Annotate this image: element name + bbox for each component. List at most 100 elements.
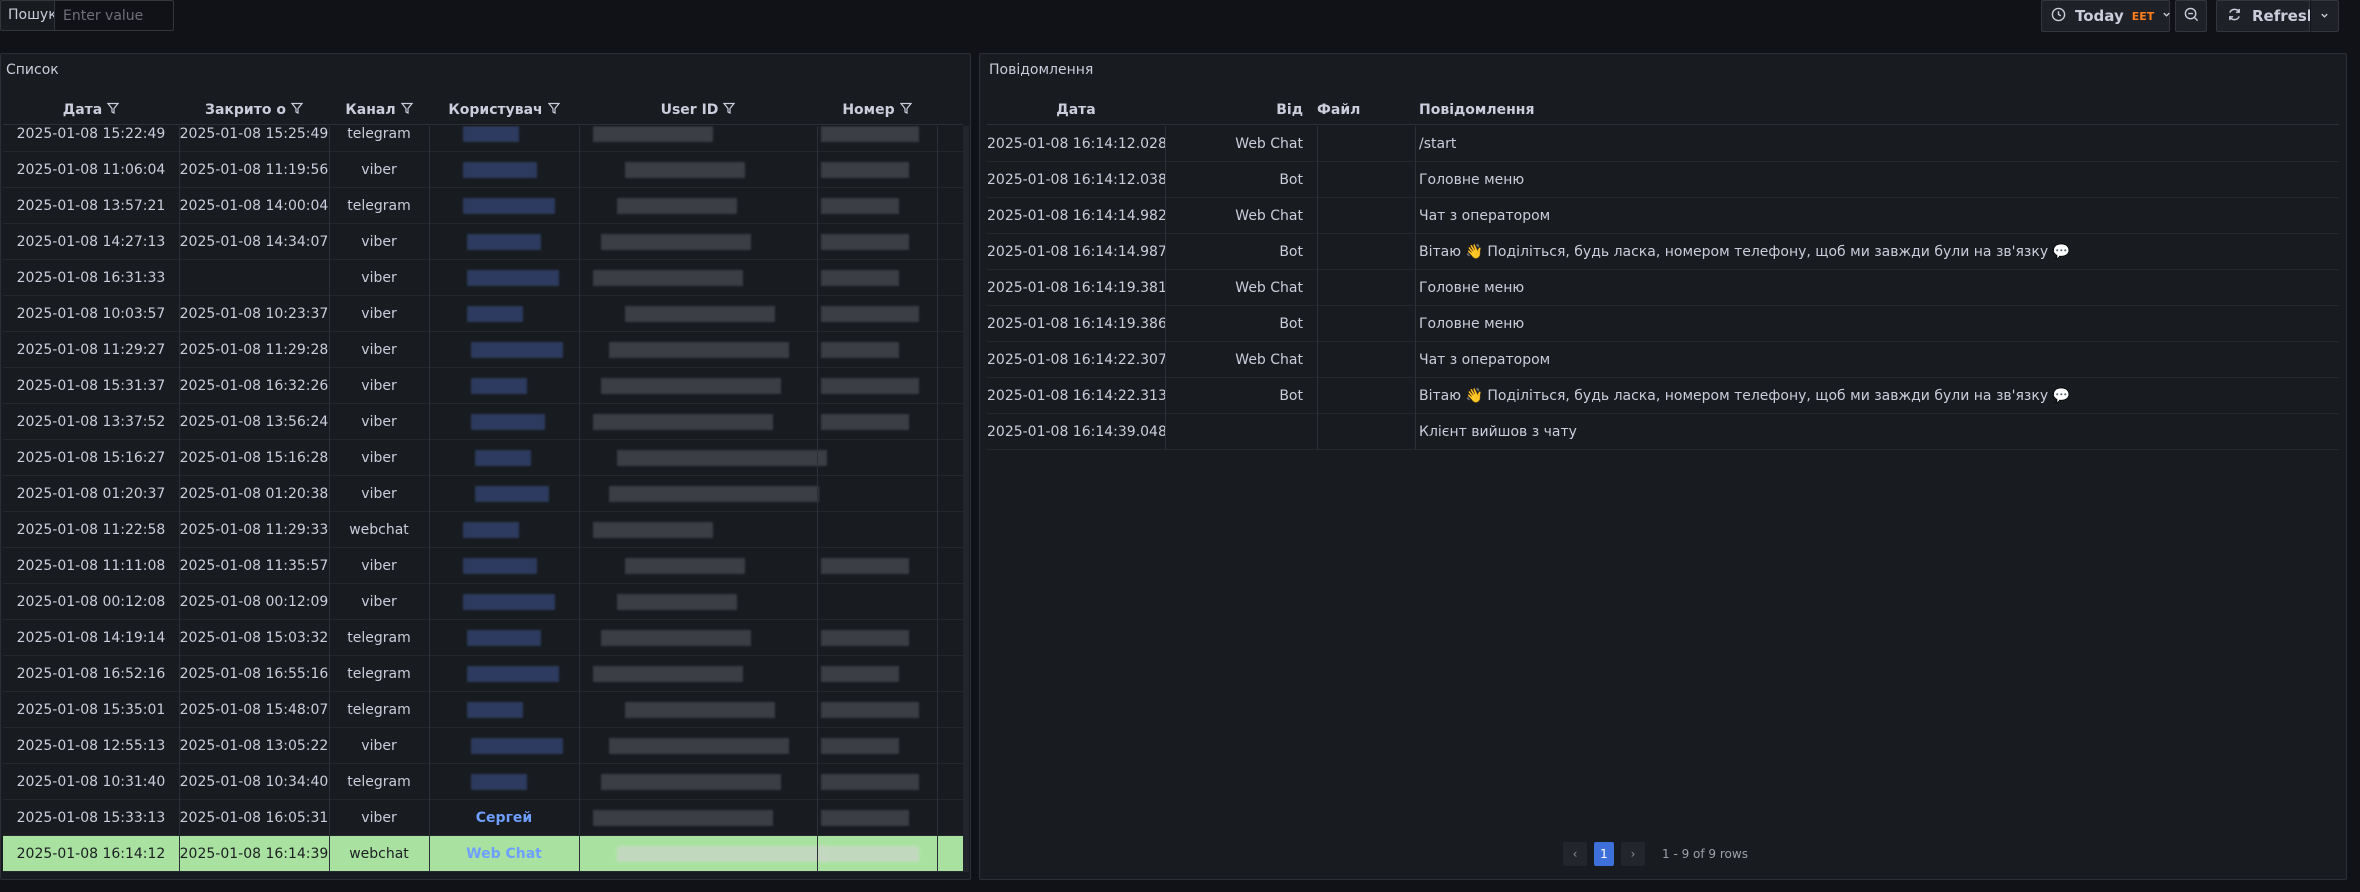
cell-from: Bot (1279, 172, 1303, 188)
prev-page-button[interactable]: ‹ (1563, 842, 1587, 866)
cell-closed: 2025-01-08 16:05:31 (179, 810, 329, 826)
table-row[interactable]: 2025-01-08 16:14:12.028 Web Chat/start (987, 126, 2339, 162)
table-row[interactable]: 2025-01-08 11:06:04 2025-01-08 11:19:56 vi… (3, 152, 963, 188)
column-header-closed[interactable]: Закрито о (179, 95, 329, 125)
table-row[interactable]: 2025-01-08 11:11:08 2025-01-08 11:35:57 vi… (3, 548, 963, 584)
redacted-block (617, 450, 827, 466)
table-row[interactable]: 2025-01-08 14:27:13 2025-01-08 14:34:07 vi… (3, 224, 963, 260)
cell-file (1317, 270, 1407, 306)
column-divider (579, 800, 580, 836)
column-divider (817, 476, 818, 512)
time-range-label: Today (2075, 7, 2124, 25)
table-row[interactable]: 2025-01-08 16:14:19.381 Web Chat Головне м… (987, 270, 2339, 306)
cell-closed: 2025-01-08 11:29:28 (179, 342, 329, 358)
column-header-file[interactable]: Файл (1317, 95, 1407, 125)
search-label: Пошук (0, 0, 57, 31)
column-divider (579, 584, 580, 620)
cell-user[interactable]: Web Chat (429, 836, 579, 872)
cell-from: Web Chat (1235, 280, 1303, 296)
time-range-picker[interactable]: Today EET (2041, 0, 2170, 32)
table-row[interactable]: 2025-01-08 16:14:12.038 Bot Головне меню (987, 162, 2339, 198)
redacted-block (821, 198, 899, 214)
redacted-block (463, 558, 537, 574)
table-row[interactable]: 2025-01-08 12:55:13 2025-01-08 13:05:22 vi… (3, 728, 963, 764)
table-row[interactable]: 2025-01-08 16:52:16 2025-01-08 16:55:16 te… (3, 656, 963, 692)
table-row[interactable]: 2025-01-08 16:14:19.386 Bot Головне меню (987, 306, 2339, 342)
column-header-user-id[interactable]: User ID (579, 95, 817, 125)
cell-date: 2025-01-08 16:14:22.307 (987, 352, 1167, 368)
table-row[interactable]: 2025-01-08 01:20:37 2025-01-08 01:20:38 vi… (3, 476, 963, 512)
table-row[interactable]: 2025-01-08 15:35:01 2025-01-08 15:48:07 te… (3, 692, 963, 728)
column-divider (329, 404, 330, 440)
column-divider (429, 836, 430, 872)
cell-message: Головне меню (1419, 172, 1525, 188)
column-divider (329, 836, 330, 872)
column-divider (1415, 306, 1416, 342)
redacted-block (601, 630, 751, 646)
redacted-block (463, 198, 555, 214)
column-header-channel[interactable]: Канал (329, 95, 429, 125)
cell-file (1317, 414, 1407, 450)
table-row[interactable]: 2025-01-08 15:22:49 2025-01-08 15:25:49 te… (3, 126, 963, 152)
table-row-selected[interactable]: 2025-01-08 16:14:12 2025-01-08 16:14:39 we… (3, 836, 963, 872)
next-page-button[interactable]: › (1621, 842, 1645, 866)
filter-icon[interactable] (723, 95, 736, 125)
table-row[interactable]: 2025-01-08 15:16:27 2025-01-08 15:16:28 vi… (3, 440, 963, 476)
column-divider (329, 620, 330, 656)
column-header-message[interactable]: Повідомлення (1419, 95, 1919, 125)
filter-icon[interactable] (106, 95, 120, 125)
column-header-date[interactable]: Дата (987, 95, 1165, 125)
column-divider (1165, 378, 1166, 414)
column-divider (817, 764, 818, 800)
table-row[interactable]: 2025-01-08 16:14:39.048 Клієнт вийшов з ч… (987, 414, 2339, 450)
cell-date: 2025-01-08 16:14:19.386 (987, 316, 1167, 332)
refresh-interval-dropdown[interactable] (2310, 0, 2339, 32)
cell-user[interactable]: Сергей (429, 800, 579, 836)
table-row[interactable]: 2025-01-08 16:14:22.313 Bot Вітаю 👋 Поділі… (987, 378, 2339, 414)
table-row[interactable]: 2025-01-08 16:14:14.987 Bot Вітаю 👋 Поділі… (987, 234, 2339, 270)
column-header-user[interactable]: Користувач (429, 95, 579, 125)
search-input[interactable] (54, 0, 174, 31)
column-header-date[interactable]: Дата (3, 95, 179, 125)
column-divider (329, 126, 330, 152)
table-row[interactable]: 2025-01-08 15:33:13 2025-01-08 16:05:31 vi… (3, 800, 963, 836)
column-divider (179, 620, 180, 656)
table-row[interactable]: 2025-01-08 16:14:14.982 Web Chat Чат з опе… (987, 198, 2339, 234)
scrollbar[interactable] (963, 126, 969, 872)
refresh-button[interactable]: Refresh (2216, 0, 2317, 32)
filter-icon[interactable] (400, 95, 413, 125)
column-divider (1415, 198, 1416, 234)
cell-date: 2025-01-08 01:20:37 (16, 486, 166, 502)
redacted-block (821, 126, 919, 142)
column-divider (1415, 162, 1416, 198)
table-row[interactable]: 2025-01-08 11:22:58 2025-01-08 11:29:33 we… (3, 512, 963, 548)
redacted-block (821, 342, 899, 358)
table-row[interactable]: 2025-01-08 16:14:22.307 Web Chat Чат з опе… (987, 342, 2339, 378)
table-row[interactable]: 2025-01-08 15:31:37 2025-01-08 16:32:26 vi… (3, 368, 963, 404)
table-row[interactable]: 2025-01-08 00:12:08 2025-01-08 00:12:09 vi… (3, 584, 963, 620)
table-row[interactable]: 2025-01-08 16:31:33 viber (3, 260, 963, 296)
filter-icon[interactable] (547, 95, 560, 125)
filter-icon[interactable] (899, 95, 912, 125)
column-header-number[interactable]: Номер (817, 95, 937, 125)
table-row[interactable]: 2025-01-08 11:29:27 2025-01-08 11:29:28 vi… (3, 332, 963, 368)
column-divider (179, 512, 180, 548)
table-row[interactable]: 2025-01-08 10:31:40 2025-01-08 10:34:40 te… (3, 764, 963, 800)
cell-message: Головне меню (1419, 280, 1525, 296)
table-row[interactable]: 2025-01-08 14:19:14 2025-01-08 15:03:32 te… (3, 620, 963, 656)
redacted-block (467, 270, 559, 286)
column-divider (179, 656, 180, 692)
cell-message: Клієнт вийшов з чату (1419, 424, 1577, 440)
table-row[interactable]: 2025-01-08 13:57:21 2025-01-08 14:00:04 te… (3, 188, 963, 224)
column-divider (429, 126, 430, 152)
pagination: ‹ 1 › 1 - 9 of 9 rows (1563, 842, 1748, 866)
page-button[interactable]: 1 (1594, 842, 1614, 866)
chevron-right-icon: › (1630, 847, 1636, 861)
cell-closed: 2025-01-08 14:34:07 (179, 234, 329, 250)
table-row[interactable]: 2025-01-08 13:37:52 2025-01-08 13:56:24 vi… (3, 404, 963, 440)
column-header-from[interactable]: Від (1165, 95, 1309, 125)
zoom-out-button[interactable] (2175, 0, 2207, 32)
table-row[interactable]: 2025-01-08 10:03:57 2025-01-08 10:23:37 vi… (3, 296, 963, 332)
column-divider (179, 440, 180, 476)
filter-icon[interactable] (290, 95, 304, 125)
